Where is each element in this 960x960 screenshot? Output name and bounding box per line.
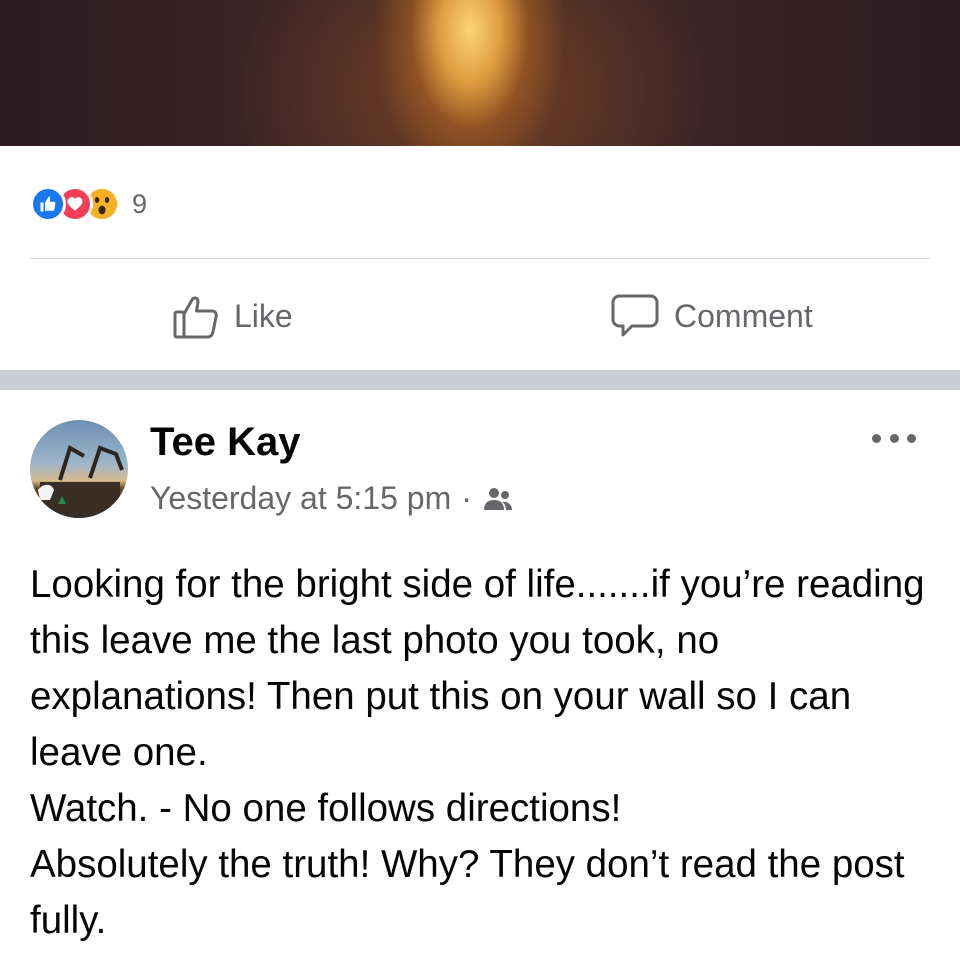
previous-post-photo[interactable] <box>0 0 960 146</box>
like-reaction-icon <box>30 186 66 222</box>
like-button[interactable]: Like <box>172 290 293 342</box>
post-text-line: Looking for the bright side of life.....… <box>30 563 925 774</box>
post-text-line: Absolutely the truth! Why? They don’t re… <box>30 843 905 942</box>
excavator-photo <box>38 445 124 518</box>
feed-separator <box>0 370 960 390</box>
comment-label: Comment <box>674 297 813 334</box>
like-label: Like <box>234 297 293 334</box>
post-body: Looking for the bright side of life.....… <box>30 557 935 949</box>
post-meta: Yesterday at 5:15 pm · <box>150 480 514 517</box>
reactions-summary[interactable]: 9 <box>30 184 147 224</box>
author-name[interactable]: Tee Kay <box>150 420 300 465</box>
dot <box>907 433 916 443</box>
more-options-icon[interactable] <box>872 428 916 448</box>
dot <box>889 433 899 443</box>
comment-button[interactable]: Comment <box>610 290 813 342</box>
meta-separator: · <box>461 480 472 516</box>
post-timestamp[interactable]: Yesterday at 5:15 pm <box>150 480 451 517</box>
author-avatar[interactable] <box>30 420 128 518</box>
post-text-line: Watch. - No one follows directions! <box>30 787 622 830</box>
reaction-count: 9 <box>132 188 148 219</box>
comment-bubble-icon <box>611 294 659 337</box>
thumbs-up-icon <box>173 296 218 339</box>
dot <box>872 433 881 443</box>
divider <box>30 258 930 259</box>
friends-icon[interactable] <box>482 486 514 512</box>
